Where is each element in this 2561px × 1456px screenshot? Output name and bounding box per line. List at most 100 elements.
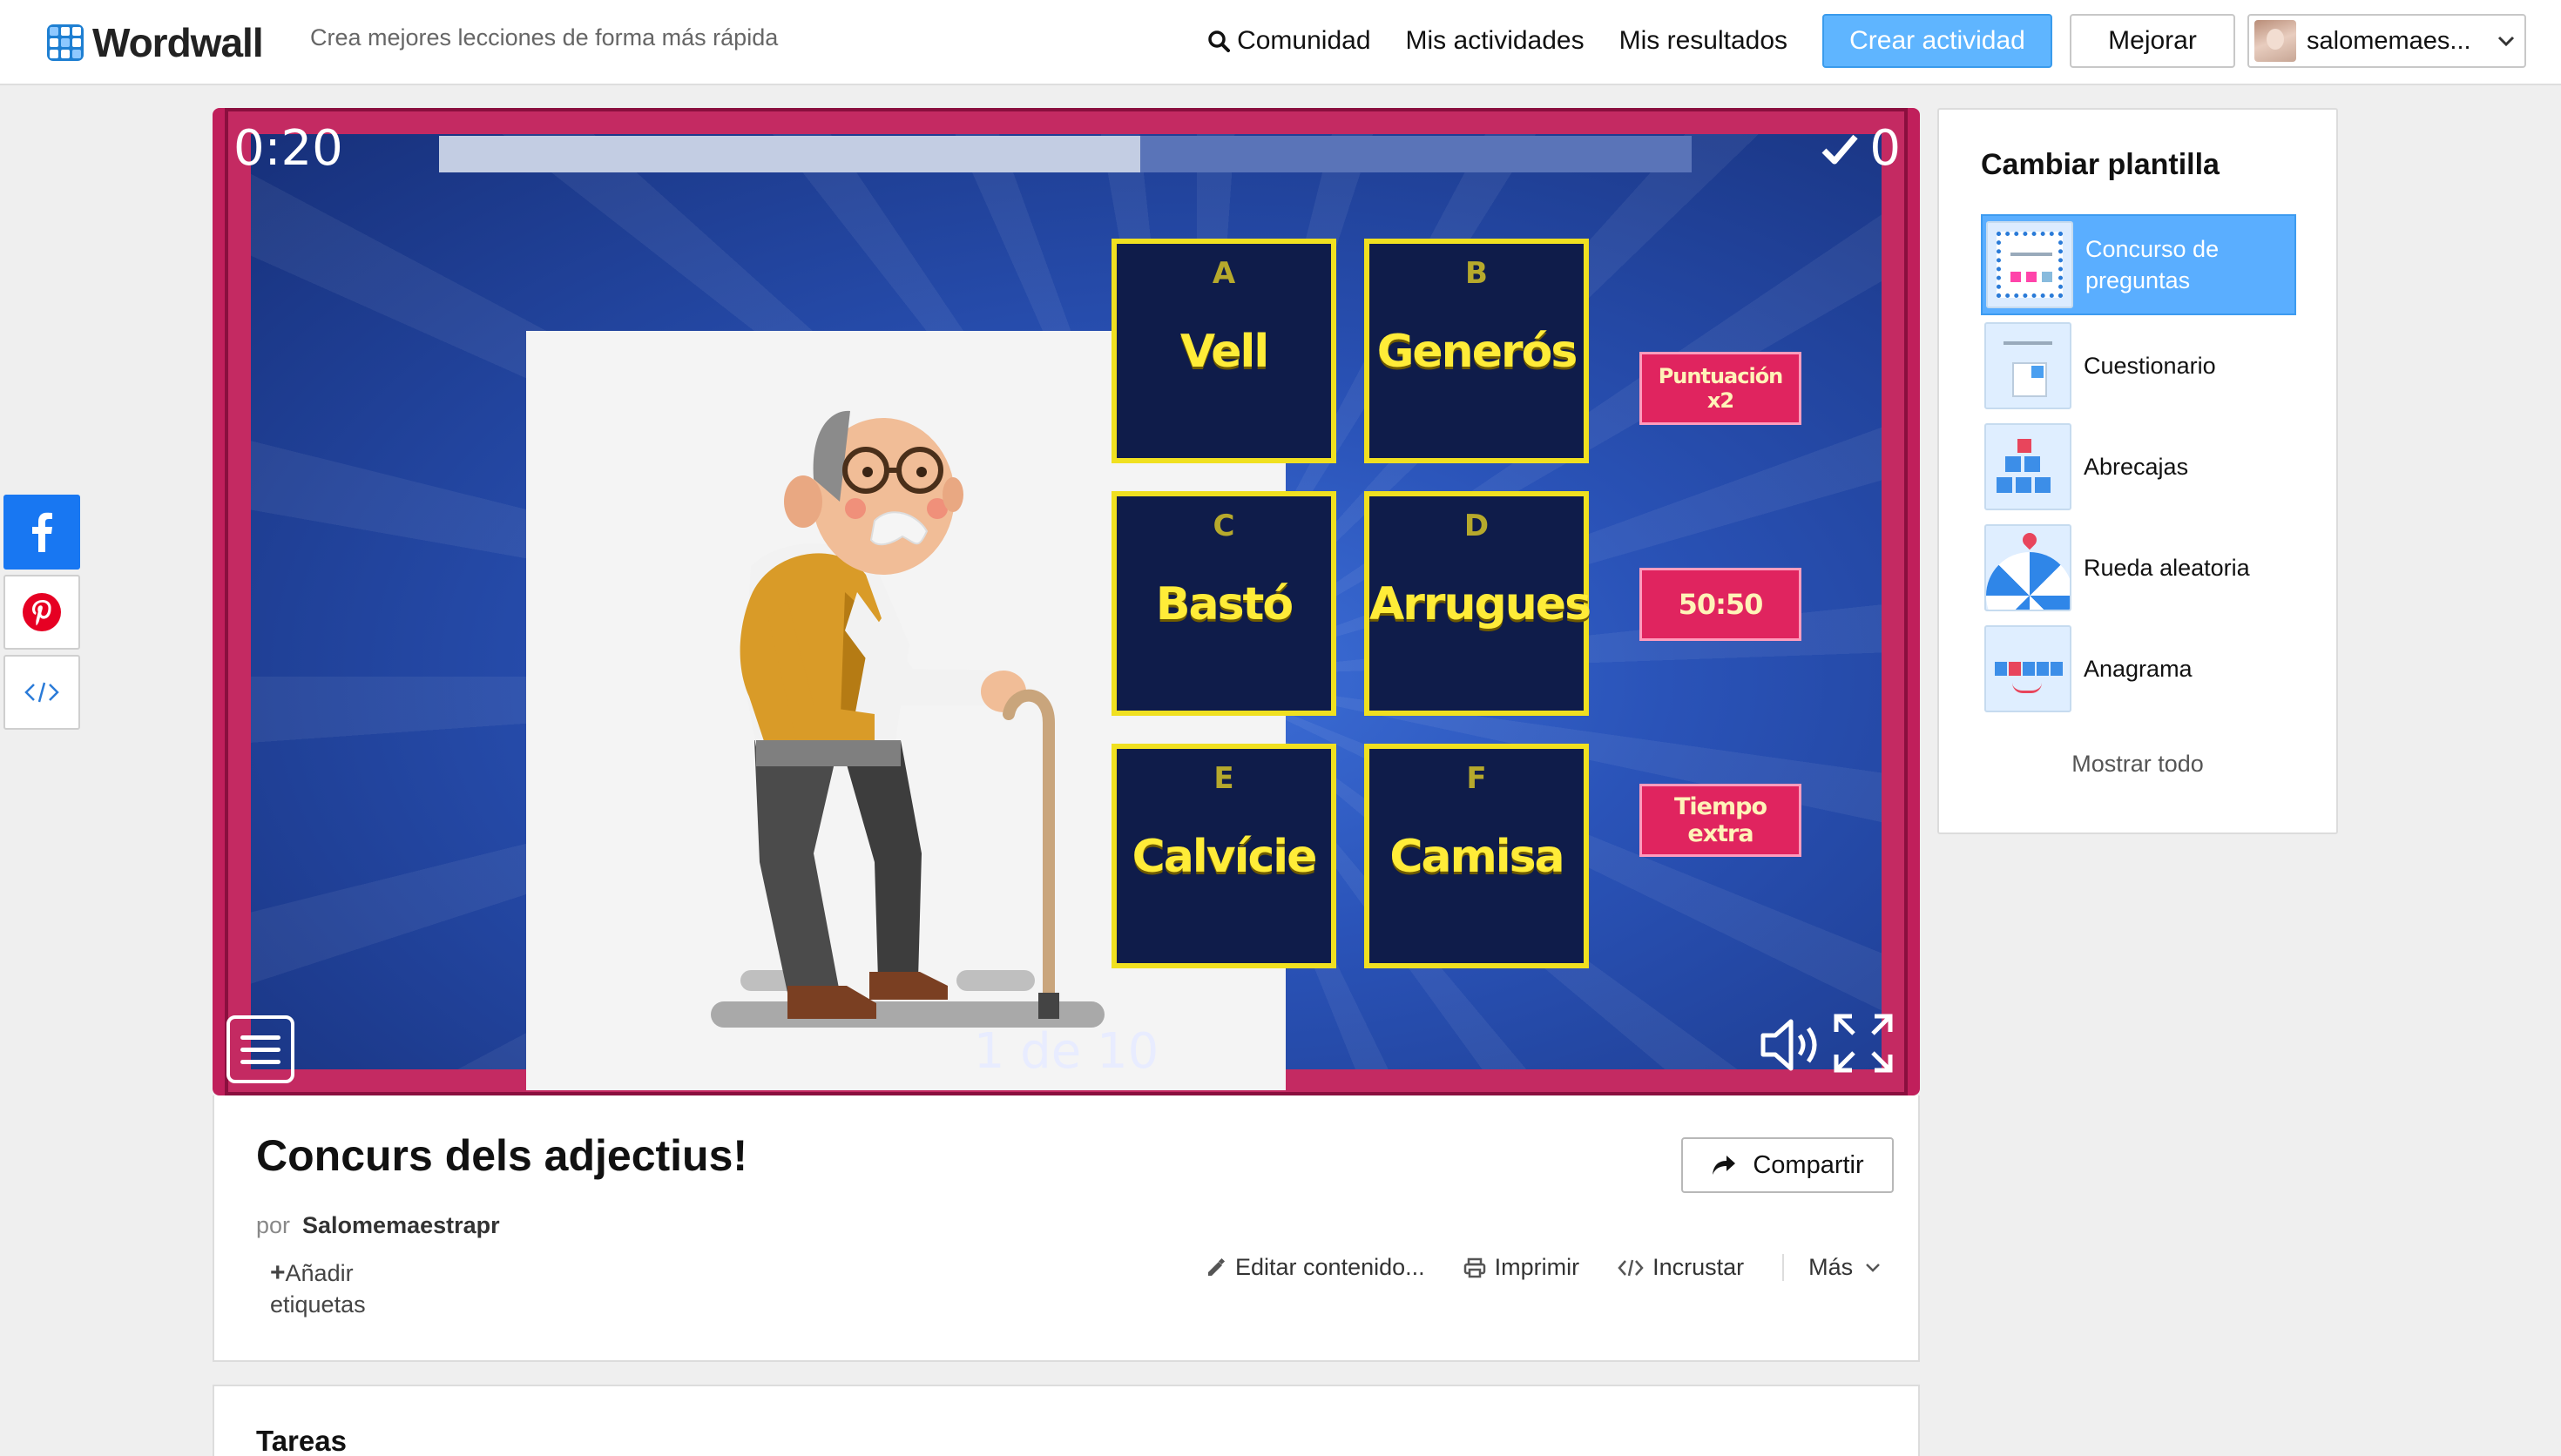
template-open-the-box[interactable]: Abrecajas bbox=[1981, 416, 2296, 517]
answer-letter: D bbox=[1463, 509, 1490, 543]
answer-tile-a[interactable]: A Vell bbox=[1112, 239, 1336, 463]
quiz-thumbnail-icon bbox=[1984, 322, 2071, 409]
more-label: Más bbox=[1808, 1254, 1854, 1280]
powerup-double-score[interactable]: Puntuación x2 bbox=[1639, 352, 1801, 425]
change-template-title: Cambiar plantilla bbox=[1981, 148, 2220, 181]
add-tags-link[interactable]: +Añadir etiquetas bbox=[270, 1257, 383, 1320]
template-label: Rueda aleatoria bbox=[2084, 555, 2250, 581]
template-anagram[interactable]: Anagrama bbox=[1981, 618, 2296, 719]
answer-word: Camisa bbox=[1389, 831, 1564, 883]
facebook-icon bbox=[32, 512, 52, 552]
upgrade-button[interactable]: Mejorar bbox=[2070, 14, 2235, 68]
main-nav: Comunidad Mis actividades Mis resultados… bbox=[1207, 12, 2561, 70]
chevron-down-icon bbox=[2497, 36, 2515, 47]
embed-label: Incrustar bbox=[1652, 1254, 1745, 1280]
pinterest-icon bbox=[23, 593, 61, 631]
answer-word: Generós bbox=[1376, 326, 1578, 378]
template-label: Anagrama bbox=[2084, 656, 2193, 682]
share-icon bbox=[1713, 1156, 1736, 1175]
random-wheel-thumbnail-icon bbox=[1984, 524, 2071, 611]
answer-letter: B bbox=[1465, 256, 1488, 291]
score-value: 0 bbox=[1869, 120, 1901, 177]
nav-community[interactable]: Comunidad bbox=[1207, 26, 1371, 56]
open-the-box-thumbnail-icon bbox=[1984, 423, 2071, 510]
activity-info-card: Concurs dels adjectius! Compartir por Sal… bbox=[213, 1095, 1920, 1362]
check-icon bbox=[1821, 134, 1859, 164]
pencil-icon bbox=[1208, 1257, 1226, 1276]
score-display: 0 bbox=[1821, 120, 1901, 177]
facebook-share-button[interactable] bbox=[3, 495, 80, 570]
code-icon bbox=[24, 682, 59, 703]
wordwall-logo[interactable]: Wordwall bbox=[47, 19, 264, 66]
anagram-thumbnail-icon bbox=[1984, 625, 2071, 712]
answer-letter: C bbox=[1213, 509, 1235, 543]
nav-my-results[interactable]: Mis resultados bbox=[1619, 26, 1787, 56]
more-action[interactable]: Más bbox=[1782, 1254, 1881, 1281]
avatar bbox=[2254, 20, 2296, 62]
time-progress-bar bbox=[439, 136, 1692, 172]
user-menu[interactable]: salomemaes... bbox=[2247, 14, 2526, 68]
print-label: Imprimir bbox=[1494, 1254, 1580, 1280]
change-template-panel: Cambiar plantilla Concurso de preguntas … bbox=[1937, 108, 2338, 834]
print-action[interactable]: Imprimir bbox=[1463, 1254, 1579, 1281]
answer-tile-b[interactable]: B Generós bbox=[1364, 239, 1589, 463]
answer-letter: F bbox=[1466, 761, 1487, 796]
embed-action[interactable]: Incrustar bbox=[1618, 1254, 1744, 1281]
template-quiz-show[interactable]: Concurso de preguntas bbox=[1981, 214, 2296, 315]
fullscreen-button[interactable] bbox=[1833, 1013, 1894, 1078]
tasks-card: Tareas bbox=[213, 1385, 1920, 1456]
activity-actions: Editar contenido... Imprimir Incrustar M… bbox=[1206, 1254, 1881, 1281]
answer-word: Bastó bbox=[1155, 578, 1294, 630]
show-all-templates-link[interactable]: Mostrar todo bbox=[1939, 751, 2336, 778]
answer-word: Arrugues bbox=[1369, 578, 1591, 630]
fullscreen-icon bbox=[1834, 1014, 1893, 1073]
quiz-show-thumbnail-icon bbox=[1986, 221, 2073, 308]
author-prefix: por bbox=[256, 1212, 291, 1238]
template-random-wheel[interactable]: Rueda aleatoria bbox=[1981, 517, 2296, 618]
template-label: Cuestionario bbox=[2084, 353, 2216, 379]
tasks-title: Tareas bbox=[256, 1425, 347, 1456]
answer-tile-e[interactable]: E Calvície bbox=[1112, 744, 1336, 968]
edit-content-action[interactable]: Editar contenido... bbox=[1206, 1254, 1425, 1281]
logo-text: Wordwall bbox=[92, 20, 264, 65]
question-counter: 1 de 10 bbox=[973, 1023, 1159, 1080]
nav-my-activities[interactable]: Mis actividades bbox=[1406, 26, 1585, 56]
embed-share-button[interactable] bbox=[3, 655, 80, 730]
edit-content-label: Editar contenido... bbox=[1235, 1254, 1425, 1280]
share-label: Compartir bbox=[1753, 1150, 1864, 1179]
answer-word: Calvície bbox=[1132, 831, 1318, 883]
user-name: salomemaes... bbox=[2307, 26, 2471, 55]
nav-community-label: Comunidad bbox=[1237, 26, 1371, 55]
answer-tile-c[interactable]: C Bastó bbox=[1112, 491, 1336, 716]
answer-tile-f[interactable]: F Camisa bbox=[1364, 744, 1589, 968]
code-icon bbox=[1618, 1259, 1644, 1276]
game-frame: 0:20 0 A Vell B Generós C Bastó D Arrugu… bbox=[213, 108, 1920, 1095]
top-bar: Wordwall Crea mejores lecciones de forma… bbox=[0, 0, 2561, 85]
share-button[interactable]: Compartir bbox=[1681, 1137, 1894, 1193]
powerup-extra-time[interactable]: Tiempo extra bbox=[1639, 784, 1801, 857]
search-icon bbox=[1208, 30, 1231, 52]
pinterest-share-button[interactable] bbox=[3, 575, 80, 650]
logo-icon bbox=[47, 24, 84, 61]
plus-icon: + bbox=[270, 1258, 286, 1287]
printer-icon bbox=[1463, 1257, 1485, 1277]
sound-button[interactable] bbox=[1760, 1018, 1822, 1076]
social-share-bar bbox=[3, 495, 80, 735]
template-label: Concurso de preguntas bbox=[2085, 236, 2220, 293]
activity-title: Concurs dels adjectius! bbox=[256, 1131, 748, 1180]
template-quiz[interactable]: Cuestionario bbox=[1981, 315, 2296, 416]
author-line: por Salomemaestrapr bbox=[256, 1212, 500, 1239]
template-list: Concurso de preguntas Cuestionario Abrec… bbox=[1981, 214, 2296, 719]
create-activity-button[interactable]: Crear actividad bbox=[1822, 14, 2052, 68]
time-progress-fill bbox=[439, 136, 1141, 172]
answer-tile-d[interactable]: D Arrugues bbox=[1364, 491, 1591, 716]
powerup-fifty-fifty[interactable]: 50:50 bbox=[1639, 568, 1801, 641]
speaker-icon bbox=[1760, 1019, 1817, 1071]
chevron-down-icon bbox=[1866, 1263, 1881, 1272]
answer-word: Vell bbox=[1179, 326, 1269, 378]
author-name[interactable]: Salomemaestrapr bbox=[302, 1212, 500, 1238]
answer-letter: E bbox=[1213, 761, 1234, 796]
template-label: Abrecajas bbox=[2084, 454, 2189, 480]
tagline: Crea mejores lecciones de forma más rápi… bbox=[310, 24, 779, 51]
answer-letter: A bbox=[1212, 256, 1236, 291]
